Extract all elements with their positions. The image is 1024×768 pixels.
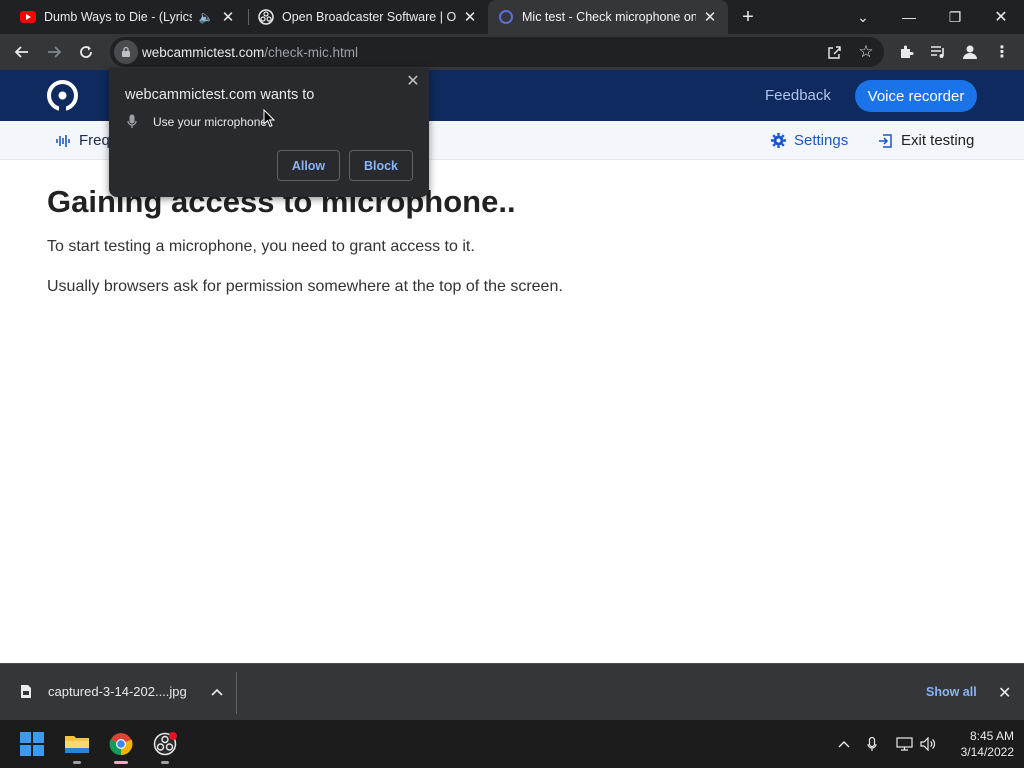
tab-title: Open Broadcaster Software | OBS [282,10,456,24]
frequency-label: Freq [79,132,110,149]
allow-button[interactable]: Allow [277,150,340,181]
tab-title: Dumb Ways to Die - (Lyrics C [44,10,192,24]
active-indicator [114,761,128,764]
permission-request-label: Use your microphone [153,114,268,129]
menu-kebab-icon[interactable]: ⋮ [988,38,1016,66]
network-icon[interactable] [894,734,914,754]
url-text: webcammictest.com/check-mic.html [142,45,358,60]
shelf-divider [236,672,237,714]
settings-label: Settings [794,132,849,149]
hint-text: Usually browsers ask for permission some… [47,278,563,295]
close-shelf-icon[interactable]: ✕ [998,683,1011,703]
obs-taskbar-icon[interactable] [151,730,179,764]
download-filename: captured-3-14-202....jpg [48,684,187,699]
clock-time: 8:45 AM [969,729,1014,743]
taskbar: 8:45 AM 3/14/2022 [0,720,1024,768]
obs-icon [258,9,274,25]
exit-icon [877,133,893,149]
webcammictest-icon [498,9,514,25]
tab-strip: Dumb Ways to Die - (Lyrics C 🔈 ✕ Open Br… [0,0,1024,34]
chevron-up-icon[interactable] [211,688,223,696]
tab-title: Mic test - Check microphone online [522,10,696,24]
frequency-tab[interactable]: Freq [56,132,110,149]
tab-mic-test[interactable]: Mic test - Check microphone online ✕ [488,0,728,34]
lock-icon[interactable] [114,40,138,64]
tab-close-icon[interactable]: ✕ [220,9,236,26]
close-window-button[interactable]: ✕ [978,0,1024,34]
close-icon[interactable]: ✕ [405,74,421,90]
running-indicator [73,761,81,764]
downloads-shelf: captured-3-14-202....jpg Show all ✕ [0,663,1024,720]
back-button[interactable] [8,38,36,66]
tab-close-icon[interactable]: ✕ [462,9,478,26]
exit-testing-label: Exit testing [901,132,975,149]
running-indicator [161,761,169,764]
microphone-icon [127,114,137,129]
browser-toolbar: webcammictest.com/check-mic.html ☆ ⋮ [0,34,1024,70]
tab-divider [248,9,249,25]
instruction-text: To start testing a microphone, you need … [47,238,475,255]
url-path: /check-mic.html [264,45,359,60]
settings-link[interactable]: Settings [770,132,848,149]
reload-button[interactable] [72,38,100,66]
tab-youtube[interactable]: Dumb Ways to Die - (Lyrics C 🔈 ✕ [12,0,244,34]
chevron-up-icon[interactable] [834,734,854,754]
tab-obs[interactable]: Open Broadcaster Software | OBS ✕ [250,0,486,34]
youtube-icon [20,9,36,25]
new-tab-button[interactable]: + [738,7,758,27]
windows-start-icon[interactable] [18,730,46,758]
voice-recorder-button[interactable]: Voice recorder [855,80,977,112]
file-icon [20,684,32,699]
gear-icon [770,132,787,149]
block-button[interactable]: Block [349,150,413,181]
microphone-tray-icon[interactable] [862,734,882,754]
permission-title: webcammictest.com wants to [125,87,315,103]
volume-icon[interactable] [918,734,938,754]
system-clock[interactable]: 8:45 AM 3/14/2022 [944,728,1014,760]
site-logo[interactable] [46,79,79,112]
restore-button[interactable]: ❐ [932,0,978,34]
file-explorer-icon[interactable] [63,730,91,764]
waveform-icon [56,134,71,148]
permission-request: Use your microphone [127,114,267,129]
mouse-cursor-icon [263,108,276,133]
profile-icon[interactable] [956,38,984,66]
tab-close-icon[interactable]: ✕ [702,9,718,26]
speaker-icon[interactable]: 🔈 [198,9,214,25]
address-bar[interactable]: webcammictest.com/check-mic.html ☆ [110,37,884,67]
media-control-icon[interactable] [924,38,952,66]
exit-testing-link[interactable]: Exit testing [877,132,974,149]
tab-search-icon[interactable]: ⌄ [840,0,886,34]
chrome-icon[interactable] [107,730,135,764]
extensions-icon[interactable] [892,38,920,66]
download-item[interactable]: captured-3-14-202....jpg [20,684,223,699]
share-icon[interactable] [820,38,848,66]
url-host: webcammictest.com [142,45,265,60]
forward-button[interactable] [40,38,68,66]
feedback-link[interactable]: Feedback [765,87,831,104]
show-all-button[interactable]: Show all [926,685,977,699]
clock-date: 3/14/2022 [960,745,1014,759]
bookmark-star-icon[interactable]: ☆ [852,38,880,66]
minimize-button[interactable]: — [886,0,932,34]
